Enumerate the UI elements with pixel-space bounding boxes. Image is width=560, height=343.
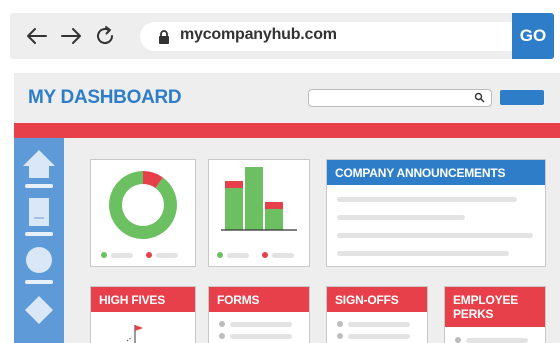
go-button[interactable]: GO xyxy=(512,13,554,59)
list-line xyxy=(230,334,292,339)
sign-offs-title: SIGN-OFFS xyxy=(327,287,427,312)
list-bullet xyxy=(337,321,343,327)
list-bullet xyxy=(219,333,225,339)
legend-dot-green xyxy=(101,252,107,258)
legend-placeholder-line xyxy=(156,253,178,258)
legend-placeholder-line xyxy=(227,253,249,258)
forward-arrow-icon[interactable] xyxy=(58,23,84,49)
sidebar-item-underline xyxy=(25,280,53,284)
bar-chart xyxy=(221,167,297,231)
bar-segment-red xyxy=(265,202,283,209)
document-icon[interactable] xyxy=(20,196,58,236)
employee-perks-card[interactable]: EMPLOYEE PERKS xyxy=(444,286,546,343)
diamond-icon[interactable] xyxy=(20,292,58,332)
donut-chart-card[interactable] xyxy=(90,159,196,267)
url-text: mycompanyhub.com xyxy=(180,26,337,43)
search-input[interactable] xyxy=(308,89,492,107)
bar-segment-green xyxy=(265,209,283,230)
sidebar-item-underline xyxy=(25,232,53,236)
announcement-line xyxy=(337,197,517,202)
dashboard-app: MY DASHBOARD COMPANY ANNOUNCEMENTS HIGH … xyxy=(14,73,560,343)
bar-chart-card[interactable] xyxy=(208,159,310,267)
list-line xyxy=(348,334,410,339)
high-fives-title: HIGH FIVES xyxy=(91,287,195,312)
bar-segment-green xyxy=(245,167,263,230)
legend-dot-green xyxy=(217,252,223,258)
sidebar xyxy=(14,138,64,343)
flag-icon xyxy=(126,325,143,343)
legend-placeholder-line xyxy=(111,253,133,258)
home-icon[interactable] xyxy=(20,148,58,188)
back-arrow-icon[interactable] xyxy=(24,23,50,49)
list-line xyxy=(348,322,410,327)
sign-offs-card[interactable]: SIGN-OFFS xyxy=(326,286,428,343)
legend-placeholder-line xyxy=(272,253,294,258)
profile-circle-icon[interactable] xyxy=(20,244,58,284)
legend-dot-red xyxy=(262,252,268,258)
lock-icon xyxy=(159,30,169,44)
list-line xyxy=(466,338,528,343)
high-fives-card[interactable]: HIGH FIVES xyxy=(90,286,196,343)
announcement-line xyxy=(337,233,533,238)
reload-icon[interactable] xyxy=(92,23,118,49)
list-bullet xyxy=(455,337,461,343)
list-line xyxy=(230,322,292,327)
sidebar-item-underline xyxy=(25,184,53,188)
page-title: MY DASHBOARD xyxy=(28,87,182,108)
announcement-line xyxy=(337,215,465,220)
list-bullet xyxy=(337,333,343,339)
bar-segment-green xyxy=(225,188,243,230)
browser-toolbar: mycompanyhub.com xyxy=(10,13,552,59)
legend-dot-red xyxy=(146,252,152,258)
forms-card[interactable]: FORMS xyxy=(208,286,310,343)
header-accent-bar xyxy=(14,123,560,138)
list-bullet xyxy=(219,321,225,327)
search-icon xyxy=(474,92,485,103)
announcement-line xyxy=(337,251,509,256)
donut-chart xyxy=(109,171,177,239)
header-button[interactable] xyxy=(500,90,544,105)
donut-slice-green xyxy=(109,171,177,239)
announcements-title: COMPANY ANNOUNCEMENTS xyxy=(327,160,545,185)
forms-title: FORMS xyxy=(209,287,309,312)
announcements-card[interactable]: COMPANY ANNOUNCEMENTS xyxy=(326,159,546,267)
bar-segment-red xyxy=(225,181,243,188)
employee-perks-title: EMPLOYEE PERKS xyxy=(445,287,545,327)
